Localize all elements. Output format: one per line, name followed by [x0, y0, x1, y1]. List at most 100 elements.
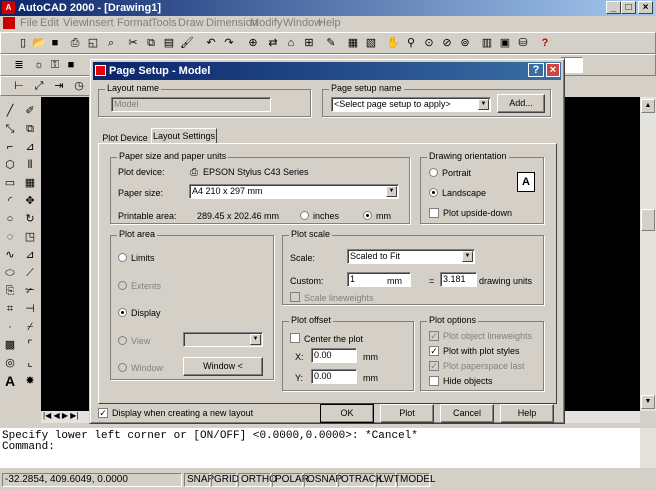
break-icon[interactable]: ⌿: [22, 319, 38, 335]
scroll-down-icon[interactable]: ▼: [641, 395, 655, 409]
center-plot-checkbox[interactable]: [290, 333, 300, 343]
database-icon[interactable]: ⛁: [515, 35, 531, 51]
align-icon[interactable]: ⇥: [51, 78, 67, 94]
zoom-previous-icon[interactable]: ⊘: [439, 35, 455, 51]
ucs2-icon[interactable]: ⊞: [301, 35, 317, 51]
drawing-units-input[interactable]: 3.181: [440, 272, 477, 287]
help-icon[interactable]: ?: [537, 35, 553, 51]
window-radio[interactable]: [118, 363, 127, 372]
upside-down-checkbox[interactable]: [429, 208, 439, 218]
view-radio[interactable]: [118, 336, 127, 345]
polyline-icon[interactable]: ⌐: [2, 139, 18, 155]
limits-radio[interactable]: [118, 253, 127, 262]
object-lineweights-checkbox[interactable]: ✓: [429, 331, 439, 341]
snap-toggle[interactable]: SNAP: [184, 473, 214, 487]
stretch-icon[interactable]: ⊿: [22, 247, 38, 263]
text-icon[interactable]: A: [2, 373, 18, 389]
offset-y-input[interactable]: 0.00: [311, 369, 357, 384]
paper-size-select[interactable]: A4 210 x 297 mm ▼: [189, 184, 399, 199]
menu-file[interactable]: File: [20, 17, 38, 29]
explode-icon[interactable]: ✸: [22, 373, 38, 389]
polar-toggle[interactable]: POLAR: [272, 473, 309, 487]
ellipse-icon[interactable]: ⬭: [2, 265, 18, 281]
page-setup-name-select[interactable]: <Select page setup to apply> ▼: [331, 97, 491, 112]
add-page-setup-button[interactable]: Add...: [497, 94, 545, 113]
plot-button[interactable]: Plot: [380, 404, 434, 423]
xline-icon[interactable]: ⤡: [2, 121, 18, 137]
layers-icon[interactable]: ≣: [11, 57, 27, 73]
chevron-down-icon[interactable]: ▼: [250, 334, 261, 345]
erase-icon[interactable]: ✐: [22, 103, 38, 119]
cancel-button[interactable]: Cancel: [440, 404, 494, 423]
print-icon[interactable]: ⎙: [67, 35, 83, 51]
insert-block-icon[interactable]: ⎘: [2, 283, 18, 299]
paperspace-last-checkbox[interactable]: ✓: [429, 361, 439, 371]
hide-objects-checkbox[interactable]: [429, 376, 439, 386]
hatch-icon[interactable]: ▩: [2, 337, 18, 353]
portrait-radio[interactable]: [429, 168, 438, 177]
open-icon[interactable]: 📂: [31, 35, 47, 51]
undo-icon[interactable]: ↶: [203, 35, 219, 51]
ortho-toggle[interactable]: ORTHO: [238, 473, 277, 487]
clock-icon[interactable]: ◷: [71, 78, 87, 94]
linetype-icon[interactable]: ⊢: [11, 78, 27, 94]
spline-icon[interactable]: ∿: [2, 247, 18, 263]
lock-icon[interactable]: ⚿: [47, 57, 63, 73]
revcloud-icon[interactable]: ◌: [2, 229, 18, 245]
command-scrollbar[interactable]: [640, 428, 656, 468]
menu-tools[interactable]: Tools: [151, 17, 177, 29]
preview-icon[interactable]: ◱: [85, 35, 101, 51]
hyperlink-icon[interactable]: ⊕: [245, 35, 261, 51]
menu-format[interactable]: Format: [117, 17, 152, 29]
save-icon[interactable]: ■: [47, 35, 63, 51]
rotate-icon[interactable]: ↻: [22, 211, 38, 227]
menu-edit[interactable]: Edit: [40, 17, 59, 29]
menu-draw[interactable]: Draw: [178, 17, 204, 29]
scroll-up-icon[interactable]: ▲: [641, 99, 655, 113]
properties-icon[interactable]: ▥: [479, 35, 495, 51]
display-radio[interactable]: [118, 308, 127, 317]
array-icon[interactable]: ▦: [22, 175, 38, 191]
menu-view[interactable]: View: [63, 17, 87, 29]
grid-toggle[interactable]: GRID: [211, 473, 239, 487]
ucs-icon[interactable]: ⌂: [283, 35, 299, 51]
scale-lineweights-checkbox[interactable]: [290, 292, 300, 302]
tab-nav-icon[interactable]: |◀ ◀ ▶ ▶|: [43, 411, 78, 420]
rotate-view-icon[interactable]: ⤢: [31, 78, 47, 94]
extents-radio[interactable]: [118, 281, 127, 290]
otrack-toggle[interactable]: OTRACK: [338, 473, 383, 487]
find-icon[interactable]: ⌕: [103, 35, 119, 51]
trim-icon[interactable]: ✃: [22, 283, 38, 299]
maximize-button[interactable]: □: [621, 1, 636, 14]
snap-icon[interactable]: ⇄: [265, 35, 281, 51]
mm-radio[interactable]: [363, 211, 372, 220]
color-icon[interactable]: ■: [63, 57, 79, 73]
viewports-icon[interactable]: ▧: [363, 35, 379, 51]
zoom-extents-icon[interactable]: ⊚: [457, 35, 473, 51]
chamfer-icon[interactable]: ⌜: [22, 337, 38, 353]
coordinates-display[interactable]: -32.2854, 409.6049, 0.0000: [2, 473, 182, 487]
cut-icon[interactable]: ✂: [125, 35, 141, 51]
scale-icon[interactable]: ◳: [22, 229, 38, 245]
help-button[interactable]: Help: [500, 404, 554, 423]
arc-icon[interactable]: ◜: [2, 193, 18, 209]
display-new-layout-checkbox[interactable]: ✓: [98, 408, 108, 418]
dialog-close-button[interactable]: ×: [546, 63, 560, 77]
distance-icon[interactable]: ✎: [323, 35, 339, 51]
window-pick-button[interactable]: Window <: [183, 357, 263, 376]
copy-object-icon[interactable]: ⧉: [22, 121, 38, 137]
ok-button[interactable]: OK: [320, 404, 374, 423]
design-center-icon[interactable]: ▣: [497, 35, 513, 51]
menu-insert[interactable]: Insert: [86, 17, 114, 29]
close-button[interactable]: ×: [638, 1, 653, 14]
tab-layout-settings[interactable]: Layout Settings: [151, 128, 217, 144]
make-block-icon[interactable]: ⌗: [2, 301, 18, 317]
scale-select[interactable]: Scaled to Fit ▼: [347, 249, 475, 264]
dialog-title-bar[interactable]: Page Setup - Model ? ×: [93, 62, 561, 80]
chevron-down-icon[interactable]: ▼: [478, 99, 489, 110]
app-title-bar[interactable]: A AutoCAD 2000 - [Drawing1] _ □ ×: [0, 0, 656, 16]
offset-x-input[interactable]: 0.00: [311, 348, 357, 363]
redraw-icon[interactable]: ▦: [345, 35, 361, 51]
zoom-window-icon[interactable]: ⊙: [421, 35, 437, 51]
chevron-down-icon[interactable]: ▼: [386, 186, 397, 197]
